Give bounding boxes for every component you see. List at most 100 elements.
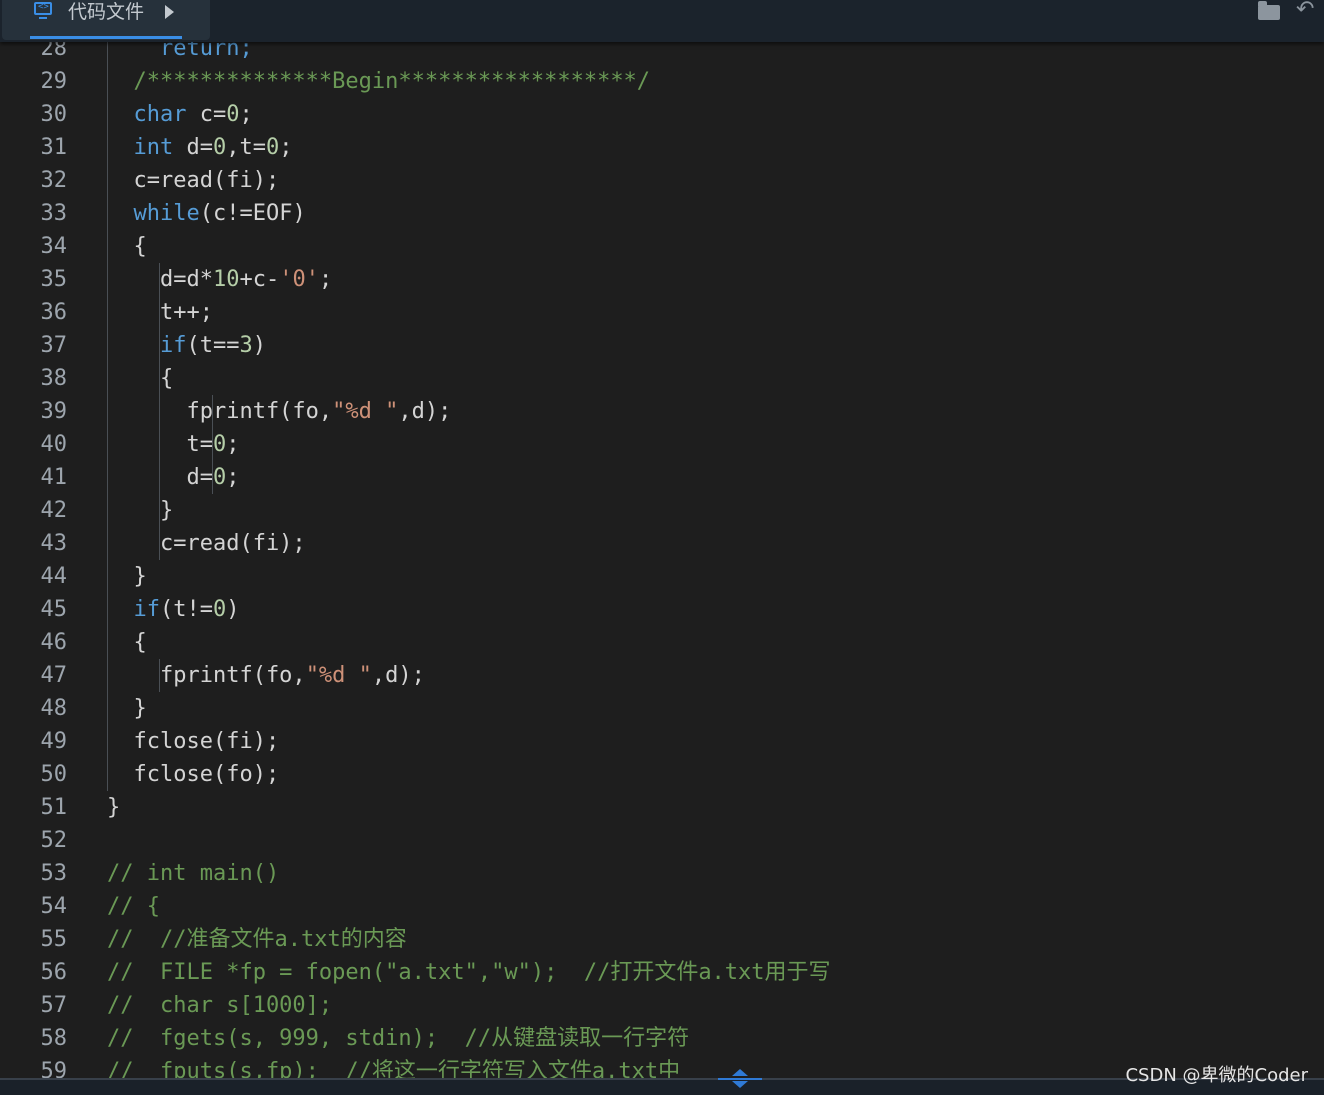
code-token: ,t= <box>226 135 266 160</box>
code-line[interactable]: 58 // fgets(s, 999, stdin); //从键盘读取一行字符 <box>0 1022 1324 1055</box>
code-token: ) <box>226 597 240 622</box>
code-token: { <box>107 630 147 655</box>
line-number: 30 <box>40 102 68 127</box>
code-line[interactable]: 35 d=d*10+c-'0'; <box>0 263 1324 296</box>
code-text: t=0; <box>107 428 239 461</box>
code-text: if(t==3) <box>107 329 266 362</box>
code-token: (t== <box>186 333 240 358</box>
line-number: 31 <box>40 135 68 160</box>
code-line[interactable]: 45 if(t!=0) <box>0 593 1324 626</box>
code-token: +c- <box>239 267 280 292</box>
code-text: } <box>107 494 173 527</box>
code-text: fprintf(fo,"%d ",d); <box>107 395 451 428</box>
code-text: // //准备文件a.txt的内容 <box>107 923 407 956</box>
code-token: // char s[1000]; <box>107 993 333 1018</box>
line-number: 55 <box>40 927 68 952</box>
code-line[interactable]: 56 // FILE *fp = fopen("a.txt","w"); //打开… <box>0 956 1324 989</box>
code-text: } <box>107 791 120 824</box>
line-number: 47 <box>40 663 68 688</box>
code-token: ,d); <box>398 399 452 424</box>
code-line[interactable]: 32 c=read(fi); <box>0 164 1324 197</box>
code-line[interactable]: 29 /**************Begin*****************… <box>0 65 1324 98</box>
code-token: "%d " <box>305 663 372 688</box>
code-token: fprintf(fo, <box>107 399 333 424</box>
line-number: 29 <box>40 69 68 94</box>
code-token: 0 <box>212 432 227 457</box>
code-line[interactable]: 49 fclose(fi); <box>0 725 1324 758</box>
line-number: 52 <box>40 828 68 853</box>
code-line[interactable]: 43 c=read(fi); <box>0 527 1324 560</box>
code-token: int <box>133 135 174 160</box>
code-line[interactable]: 53 // int main() <box>0 857 1324 890</box>
code-token: // { <box>107 894 160 919</box>
code-token: // int main() <box>107 861 280 886</box>
code-line[interactable]: 57 // char s[1000]; <box>0 989 1324 1022</box>
line-number: 33 <box>40 201 68 226</box>
code-text: /**************Begin******************/ <box>107 65 650 98</box>
code-line[interactable]: 42 } <box>0 494 1324 527</box>
line-number: 43 <box>40 531 68 556</box>
line-number: 58 <box>40 1026 68 1051</box>
undo-icon[interactable]: ↶ <box>1296 0 1320 21</box>
code-token: if <box>133 597 161 622</box>
panel-resize-handle[interactable] <box>718 1069 762 1089</box>
code-line[interactable]: 36 t++; <box>0 296 1324 329</box>
code-line[interactable]: 33 while(c!=EOF) <box>0 197 1324 230</box>
code-token: 0 <box>226 102 240 127</box>
code-text: { <box>107 230 146 263</box>
folder-icon[interactable] <box>1258 1 1280 20</box>
line-number: 54 <box>40 894 68 919</box>
line-number: 40 <box>40 432 68 457</box>
code-line[interactable]: 37 if(t==3) <box>0 329 1324 362</box>
code-text: fclose(fo); <box>107 758 279 791</box>
code-line[interactable]: 51} <box>0 791 1324 824</box>
code-line[interactable]: 48 } <box>0 692 1324 725</box>
code-line[interactable]: 39 fprintf(fo,"%d ",d); <box>0 395 1324 428</box>
code-line[interactable]: 46 { <box>0 626 1324 659</box>
code-token: // //准备文件a.txt的内容 <box>107 927 407 952</box>
code-editor[interactable]: 28 return; 29 /**************Begin*******… <box>0 0 1324 1080</box>
code-token: c=read(fi); <box>107 531 306 556</box>
code-line[interactable]: 40 t=0; <box>0 428 1324 461</box>
code-text: // fgets(s, 999, stdin); //从键盘读取一行字符 <box>107 1022 689 1055</box>
code-token: 10 <box>212 267 240 292</box>
code-line[interactable]: 47 fprintf(fo,"%d ",d); <box>0 659 1324 692</box>
line-number: 56 <box>40 960 68 985</box>
code-token: d=d* <box>107 267 213 292</box>
code-text: } <box>107 560 146 593</box>
code-text: // int main() <box>107 857 279 890</box>
tab-code-file[interactable]: <> 代码文件 <box>2 0 210 40</box>
code-line[interactable]: 34 { <box>0 230 1324 263</box>
code-line[interactable]: 54 // { <box>0 890 1324 923</box>
code-text: d=d*10+c-'0'; <box>107 263 332 296</box>
code-token: // fputs(s,fp); //将这一行字符写入文件a.txt中 <box>107 1059 681 1080</box>
code-line[interactable]: 31 int d=0,t=0; <box>0 131 1324 164</box>
line-number: 39 <box>40 399 68 424</box>
code-text: c=read(fi); <box>107 527 306 560</box>
code-token: "%d " <box>332 399 399 424</box>
code-token: '0' <box>279 267 319 292</box>
code-line[interactable]: 44 } <box>0 560 1324 593</box>
code-line[interactable]: 52 <box>0 824 1324 857</box>
code-line[interactable]: 41 d=0; <box>0 461 1324 494</box>
code-text: d=0; <box>107 461 239 494</box>
code-token: ) <box>252 333 266 358</box>
code-text: char c=0; <box>107 98 253 131</box>
code-line[interactable]: 38 { <box>0 362 1324 395</box>
resize-divider <box>718 1078 762 1080</box>
line-number: 48 <box>40 696 68 721</box>
play-icon[interactable] <box>165 5 174 19</box>
line-number: 45 <box>40 597 68 622</box>
code-text: int d=0,t=0; <box>107 131 293 164</box>
code-line[interactable]: 50 fclose(fo); <box>0 758 1324 791</box>
code-text: { <box>107 626 147 659</box>
code-token: } <box>107 795 121 820</box>
chevron-up-icon <box>732 1069 748 1076</box>
code-line[interactable]: 55 // //准备文件a.txt的内容 <box>0 923 1324 956</box>
code-token: 3 <box>239 333 253 358</box>
code-line[interactable]: 30 char c=0; <box>0 98 1324 131</box>
code-token: t= <box>107 432 213 457</box>
line-number: 57 <box>40 993 68 1018</box>
